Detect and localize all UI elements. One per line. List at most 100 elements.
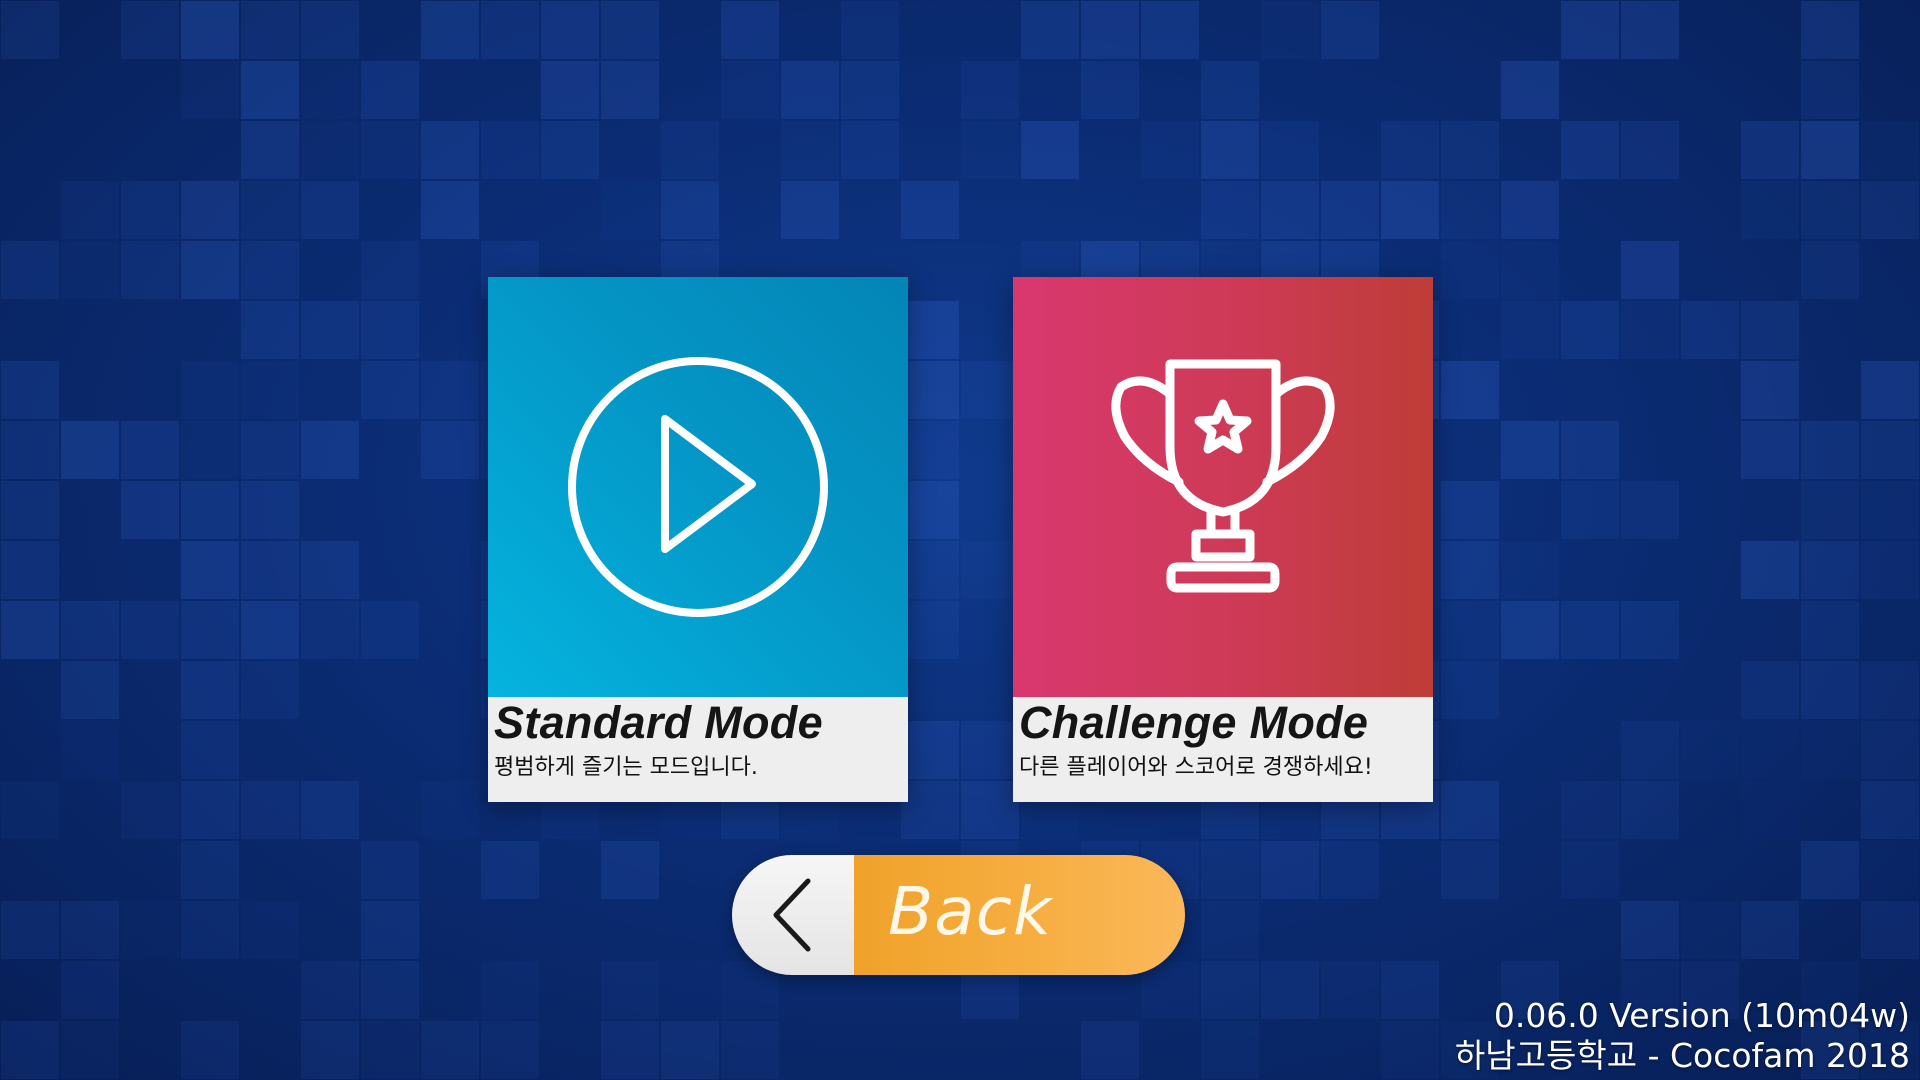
background-tile <box>61 601 119 659</box>
challenge-mode-card[interactable]: Challenge Mode 다른 플레이어와 스코어로 경쟁하세요! <box>1013 277 1433 802</box>
background-tile <box>1861 781 1919 839</box>
background-tile <box>1801 841 1859 899</box>
background-tile <box>181 241 239 299</box>
background-tile <box>1381 961 1439 1019</box>
background-tile <box>541 1 599 59</box>
background-tile <box>601 841 659 899</box>
standard-mode-card[interactable]: Standard Mode 평범하게 즐기는 모드입니다. <box>488 277 908 802</box>
background-tile <box>1621 121 1679 179</box>
background-tile <box>481 121 539 179</box>
background-tile <box>241 541 299 599</box>
background-tile <box>1801 541 1859 599</box>
background-tile <box>661 181 719 239</box>
background-tile <box>781 121 839 179</box>
back-button[interactable]: Back <box>732 855 1185 975</box>
chevron-left-icon <box>773 878 811 952</box>
background-tile <box>301 421 359 479</box>
standard-mode-description: 평범하게 즐기는 모드입니다. <box>494 755 758 780</box>
background-tile <box>1861 421 1919 479</box>
background-tile <box>241 301 299 359</box>
background-tile <box>481 1 539 59</box>
background-tile <box>901 361 959 419</box>
background-tile <box>1801 481 1859 539</box>
background-tile <box>1741 901 1799 959</box>
background-tile <box>1741 181 1799 239</box>
background-tile <box>301 61 359 119</box>
challenge-mode-description: 다른 플레이어와 스코어로 경쟁하세요! <box>1019 755 1373 780</box>
background-tile <box>1501 541 1559 599</box>
challenge-mode-art <box>1013 277 1433 697</box>
background-tile <box>1441 481 1499 539</box>
background-tile <box>181 1021 239 1079</box>
background-tile <box>1561 781 1619 839</box>
background-tile <box>1801 601 1859 659</box>
background-tile <box>361 961 419 1019</box>
background-tile <box>1 481 59 539</box>
background-tile <box>901 301 959 359</box>
background-tile <box>1381 181 1439 239</box>
challenge-mode-caption: Challenge Mode 다른 플레이어와 스코어로 경쟁하세요! <box>1013 697 1433 802</box>
background-tile <box>1441 841 1499 899</box>
background-tile <box>961 541 1019 599</box>
background-tile <box>1681 721 1739 779</box>
background-tile <box>301 961 359 1019</box>
standard-mode-title: Standard Mode <box>494 697 823 748</box>
background-tile <box>1321 961 1379 1019</box>
background-tile <box>661 961 719 1019</box>
background-tile <box>241 61 299 119</box>
background-tile <box>481 961 539 1019</box>
background-tile <box>61 901 119 959</box>
background-tile <box>721 61 779 119</box>
background-tile <box>241 1 299 59</box>
background-tile <box>121 421 179 479</box>
background-tile <box>1381 121 1439 179</box>
background-tile <box>1141 1 1199 59</box>
background-tile <box>361 61 419 119</box>
background-tile <box>961 721 1019 779</box>
background-tile <box>1741 361 1799 419</box>
background-tile <box>1741 721 1799 779</box>
background-tile <box>1441 541 1499 599</box>
background-tile <box>1 541 59 599</box>
background-tile <box>1621 301 1679 359</box>
background-tile <box>121 241 179 299</box>
background-tile <box>1801 181 1859 239</box>
background-tile <box>1201 61 1259 119</box>
background-tile <box>1201 1021 1259 1079</box>
background-tile <box>61 181 119 239</box>
background-tile <box>241 781 299 839</box>
background-tile <box>121 1 179 59</box>
background-tile <box>601 61 659 119</box>
background-tile <box>1321 1 1379 59</box>
background-tile <box>61 241 119 299</box>
background-tile <box>661 121 719 179</box>
background-tile <box>1801 1 1859 59</box>
background-tile <box>961 781 1019 839</box>
background-tile <box>121 781 179 839</box>
standard-mode-caption: Standard Mode 평범하게 즐기는 모드입니다. <box>488 697 908 802</box>
background-tile <box>1 421 59 479</box>
background-tile <box>1441 601 1499 659</box>
challenge-mode-title: Challenge Mode <box>1019 697 1369 748</box>
background-tile <box>181 781 239 839</box>
background-tile <box>1621 721 1679 779</box>
background-tile <box>1441 181 1499 239</box>
background-tile <box>61 721 119 779</box>
background-tile <box>1 781 59 839</box>
background-tile <box>901 601 959 659</box>
background-tile <box>1801 661 1859 719</box>
background-tile <box>301 181 359 239</box>
background-tile <box>541 61 599 119</box>
background-tile <box>1381 1021 1439 1079</box>
background-tile <box>1 1 59 59</box>
background-tile <box>421 361 479 419</box>
background-tile <box>1 241 59 299</box>
footer-info: 0.06.0 Version (10m04w) 하남고등학교 - Cocofam… <box>1455 996 1910 1076</box>
background-tile <box>1501 601 1559 659</box>
background-tile <box>1261 181 1319 239</box>
background-tile <box>781 61 839 119</box>
background-tile <box>1681 301 1739 359</box>
credit-text: 하남고등학교 - Cocofam 2018 <box>1454 1036 1910 1075</box>
background-tile <box>601 961 659 1019</box>
background-tile <box>361 841 419 899</box>
